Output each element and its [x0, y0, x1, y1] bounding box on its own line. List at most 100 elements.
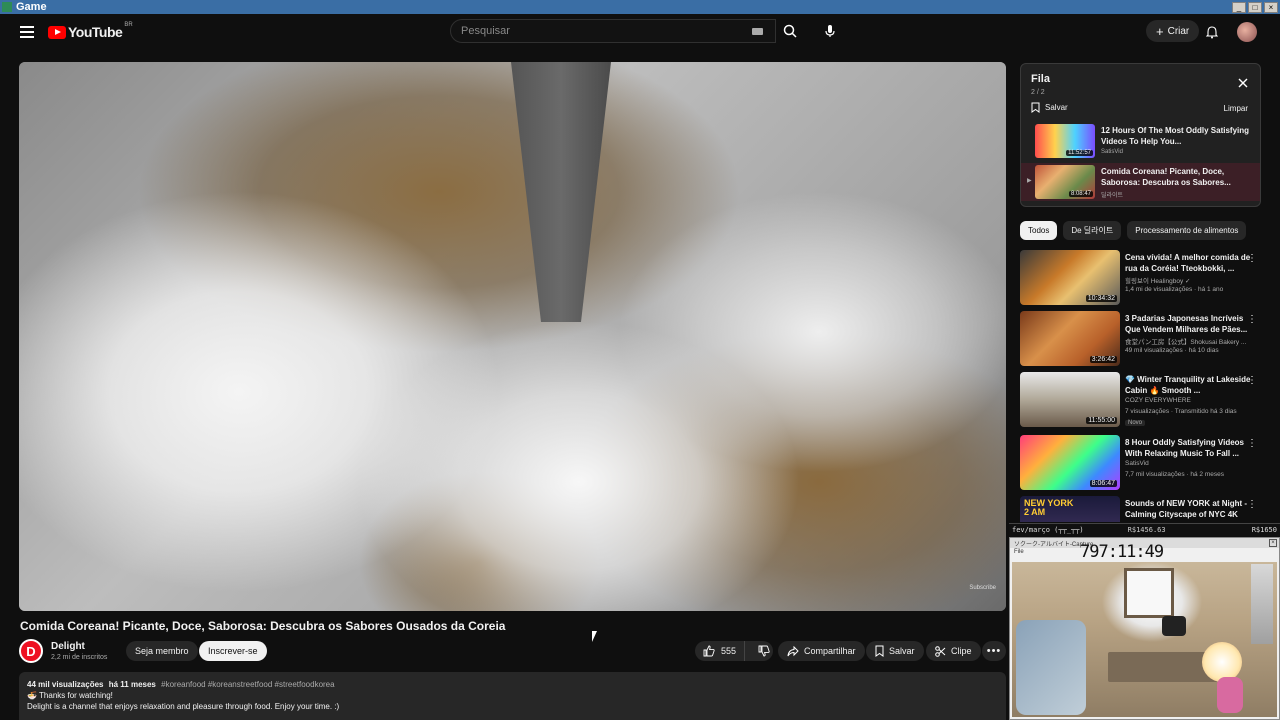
video-title: Comida Coreana! Picante, Doce, Saborosa:… — [20, 619, 506, 633]
share-icon — [787, 645, 799, 656]
recommendation-title: 8 Hour Oddly Satisfying Videos With Rela… — [1125, 438, 1244, 458]
recommendation-item[interactable]: NEW YORK 2 AM Sounds of NEW YORK at Nigh… — [1020, 496, 1265, 522]
description-line-2: Delight is a channel that enjoys relaxat… — [27, 702, 340, 711]
webcam-couch — [1016, 620, 1086, 715]
webcam-curtain — [1251, 564, 1273, 644]
recommendation-thumbnail: 8:06:47 — [1020, 435, 1120, 490]
overlay-left-text: fev/março (┬┬_┬┬) — [1012, 526, 1084, 534]
more-vertical-icon[interactable]: ⋮ — [1247, 253, 1257, 264]
queue-save-button[interactable]: Salvar — [1031, 102, 1068, 113]
chip-food-processing[interactable]: Processamento de alimentos — [1127, 221, 1247, 240]
scissors-icon — [935, 645, 946, 657]
more-actions-button[interactable]: ••• — [982, 641, 1006, 661]
more-vertical-icon[interactable]: ⋮ — [1247, 314, 1257, 325]
queue-item-title: Comida Coreana! Picante, Doce, Saborosa:… — [1101, 167, 1231, 187]
region-code: BR — [124, 22, 133, 28]
masthead: YouTube BR + Criar — [0, 14, 1280, 54]
queue-item[interactable]: 11:52:57 12 Hours Of The Most Oddly Sati… — [1021, 122, 1260, 160]
close-icon — [1238, 78, 1248, 88]
new-badge: Novo — [1125, 420, 1146, 426]
account-avatar[interactable] — [1237, 22, 1257, 42]
hashtags[interactable]: #koreanfood #koreanstreetfood #streetfoo… — [161, 680, 334, 689]
share-button[interactable]: Compartilhar — [778, 641, 865, 661]
recommendation-channel[interactable]: SatisVid — [1125, 460, 1149, 467]
subscribe-button[interactable]: Inscrever-se — [199, 641, 267, 661]
window-controls: _ □ × — [1232, 1, 1278, 13]
queue-item-title: 12 Hours Of The Most Oddly Satisfying Vi… — [1101, 126, 1250, 146]
upload-age: há 11 meses — [108, 680, 156, 689]
camera-window: ソクーク-アルバイト-Capture × File 797:11:49 — [1009, 537, 1280, 720]
maximize-button[interactable]: □ — [1248, 1, 1262, 13]
chip-todos[interactable]: Todos — [1020, 221, 1058, 240]
voice-search-button[interactable] — [818, 19, 842, 43]
video-description[interactable]: 44 mil visualizações há 11 meses #korean… — [19, 672, 1006, 720]
video-watermark: Subscribe — [969, 585, 996, 591]
notifications-button[interactable] — [1203, 23, 1221, 41]
like-count: 555 — [721, 646, 737, 656]
video-player[interactable]: Subscribe — [19, 62, 1006, 611]
channel-name[interactable]: Delight — [51, 641, 85, 652]
recommendation-item[interactable]: 10:34:32 Cena vívida! A melhor comida de… — [1020, 250, 1265, 308]
create-label: Criar — [1167, 25, 1190, 37]
search-input[interactable] — [461, 25, 741, 37]
like-dislike-group: 555 — [695, 641, 773, 661]
recommendation-item[interactable]: 11:55:00 💎 Winter Tranquility at Lakesid… — [1020, 372, 1265, 430]
mouse-cursor-icon — [592, 631, 602, 642]
webcam-figure — [1217, 677, 1243, 713]
window-title: Game — [16, 1, 47, 13]
recommendation-item[interactable]: 8:06:47 8 Hour Oddly Satisfying Videos W… — [1020, 435, 1265, 493]
close-window-button[interactable]: × — [1264, 1, 1278, 13]
create-button[interactable]: + Criar — [1146, 20, 1200, 42]
share-label: Compartilhar — [804, 646, 856, 656]
recommendation-channel[interactable]: COZY EVERYWHERE — [1125, 397, 1191, 404]
thumbnail-text: NEW YORK 2 AM — [1024, 498, 1074, 517]
recommendation-meta: 1,4 mi de visualizações · há 1 ano — [1125, 286, 1224, 293]
recommendation-thumbnail: 11:55:00 — [1020, 372, 1120, 427]
recommendation-title: Cena vívida! A melhor comida de rua da C… — [1125, 253, 1251, 273]
video-frame — [19, 62, 1006, 611]
queue-item-current[interactable]: ▶ 8:08:47 Comida Coreana! Picante, Doce,… — [1021, 163, 1260, 201]
thumbs-down-icon — [758, 645, 770, 657]
queue-count: 2 / 2 — [1031, 89, 1045, 96]
clip-button[interactable]: Clipe — [926, 641, 981, 661]
bookmark-icon — [1031, 102, 1040, 113]
description-meta: 44 mil visualizações há 11 meses #korean… — [27, 679, 998, 690]
dislike-button[interactable] — [750, 641, 778, 661]
close-icon[interactable]: × — [1269, 539, 1277, 547]
queue-thumbnail: 11:52:57 — [1035, 124, 1095, 158]
minimize-button[interactable]: _ — [1232, 1, 1246, 13]
queue-clear-button[interactable]: Limpar — [1224, 104, 1248, 113]
search-button[interactable] — [776, 19, 804, 43]
recommendation-channel[interactable]: 힐링보이 Healingboy ✓ — [1125, 275, 1191, 285]
chip-channel[interactable]: De 딜라이트 — [1063, 221, 1122, 240]
app-icon — [2, 2, 12, 12]
channel-avatar[interactable]: D — [19, 639, 43, 663]
plus-icon: + — [1156, 23, 1164, 39]
queue-duration: 11:52:57 — [1066, 150, 1093, 156]
save-button[interactable]: Salvar — [866, 641, 924, 661]
queue-item-channel: 딜라이트 — [1101, 193, 1124, 199]
play-logo-icon — [48, 25, 66, 39]
video-duration: 10:34:32 — [1085, 295, 1117, 302]
more-vertical-icon[interactable]: ⋮ — [1247, 438, 1257, 449]
recommendation-meta: 7 visualizações · Transmitido há 3 dias — [1125, 408, 1237, 415]
camera-menu[interactable]: File — [1014, 549, 1024, 555]
youtube-logo[interactable]: YouTube BR — [48, 22, 133, 40]
like-button[interactable]: 555 — [695, 641, 746, 661]
filter-chips: Todos De 딜라이트 Processamento de alimentos — [1020, 221, 1247, 240]
recommendation-item[interactable]: 3:26:42 3 Padarias Japonesas Incríveis Q… — [1020, 311, 1265, 369]
recommendation-channel[interactable]: 食堂パン工房【公式】Shokusai Bakery ... — [1125, 336, 1246, 346]
webcam-feed — [1012, 562, 1277, 717]
close-queue-button[interactable] — [1236, 76, 1250, 90]
video-duration: 8:06:47 — [1089, 480, 1117, 487]
more-vertical-icon[interactable]: ⋮ — [1247, 375, 1257, 386]
menu-icon[interactable] — [20, 26, 34, 38]
webcam-desk — [1108, 652, 1218, 682]
webcam-window — [1124, 568, 1174, 618]
queue-panel: Fila 2 / 2 Salvar Limpar 11:52:57 12 Hou… — [1020, 63, 1261, 207]
save-label: Salvar — [889, 646, 915, 656]
more-vertical-icon[interactable]: ⋮ — [1247, 499, 1257, 510]
overlay-right-value: R$1650 — [1251, 526, 1277, 534]
keyboard-icon[interactable] — [752, 28, 763, 35]
join-button[interactable]: Seja membro — [126, 641, 198, 661]
